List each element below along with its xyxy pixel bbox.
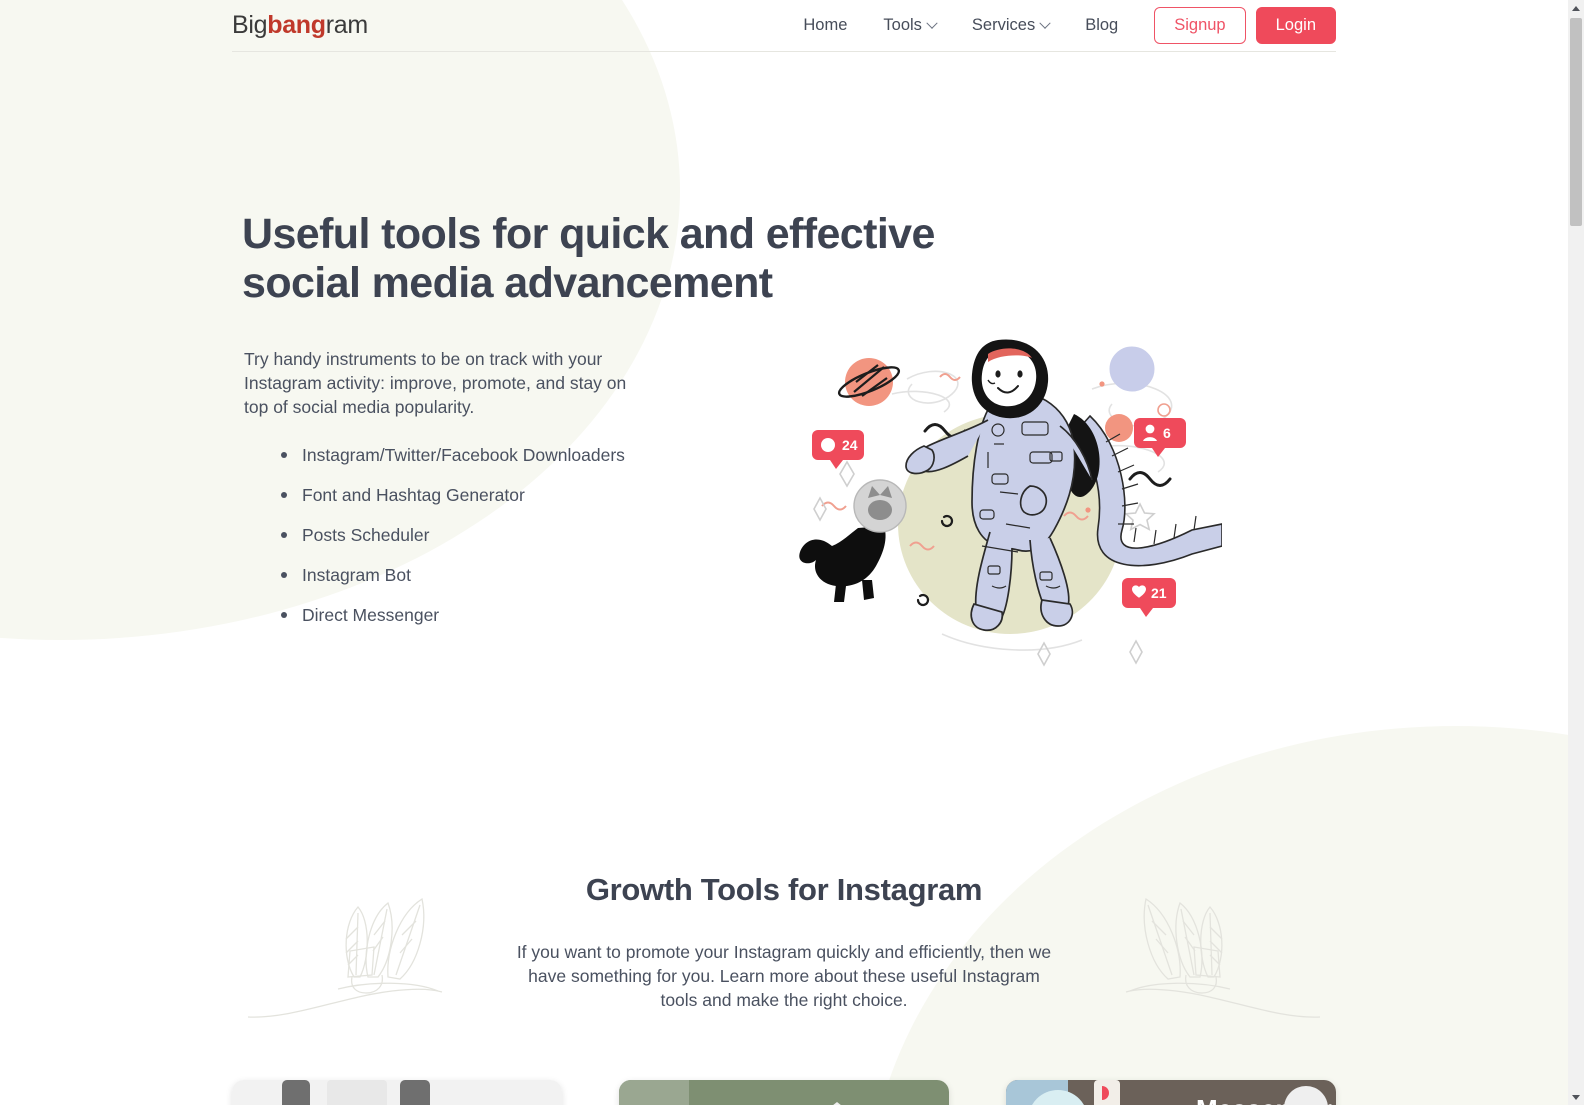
tool-cards-inner: Messenger [232, 1080, 1336, 1105]
list-item: Instagram/Twitter/Facebook Downloaders [278, 444, 625, 466]
growth-section-title: Growth Tools for Instagram [585, 872, 983, 907]
header-inner: Bigbangram Home Tools Services Blog Sign… [232, 0, 1336, 52]
list-item: Posts Scheduler [278, 524, 625, 546]
page-viewport: Bigbangram Home Tools Services Blog Sign… [0, 0, 1568, 1105]
growth-inner: Growth Tools for Instagram If you want t… [232, 780, 1336, 1105]
tool-cards-row: Messenger [0, 1080, 1568, 1105]
svg-text:21: 21 [1151, 585, 1167, 601]
svg-text:24: 24 [842, 437, 858, 453]
comment-badge: 24 [812, 430, 864, 469]
svg-text:6: 6 [1163, 425, 1171, 441]
login-button[interactable]: Login [1255, 6, 1336, 45]
list-item: Font and Hashtag Generator [278, 484, 625, 506]
nav-item-home[interactable]: Home [785, 16, 865, 35]
tool-card-direct-messenger[interactable]: Messenger [1006, 1080, 1336, 1105]
scroll-down-arrow-icon[interactable] [1568, 1089, 1584, 1105]
nav-item-home-label: Home [803, 16, 848, 34]
nav-item-tools-label: Tools [883, 16, 922, 34]
brand-accent: bang [267, 11, 326, 39]
scroll-up-arrow-icon[interactable] [1568, 0, 1584, 16]
brand-logo[interactable]: Bigbangram [232, 0, 368, 51]
nav-item-blog[interactable]: Blog [1067, 16, 1136, 35]
like-badge: 21 [1122, 578, 1176, 617]
hero-subtitle: Try handy instruments to be on track wit… [244, 349, 627, 417]
signup-button[interactable]: Signup [1154, 6, 1246, 45]
growth-section-description: If you want to promote your Instagram qu… [516, 942, 1052, 1010]
brand-suffix: ram [325, 11, 368, 39]
tool-card-posts-scheduler[interactable] [619, 1080, 949, 1105]
hero-inner: Useful tools for quick and effective soc… [232, 52, 1336, 712]
nav-item-blog-label: Blog [1085, 16, 1119, 34]
nav-item-services[interactable]: Services [954, 16, 1067, 35]
scrollbar-thumb[interactable] [1570, 18, 1582, 226]
list-item: Direct Messenger [278, 604, 625, 626]
site-header: Bigbangram Home Tools Services Blog Sign… [0, 0, 1568, 52]
chevron-down-icon [1039, 17, 1051, 29]
brand-prefix: Big [232, 11, 268, 39]
hero-title: Useful tools for quick and effective soc… [242, 210, 935, 307]
main-navigation: Home Tools Services Blog Signup Login [785, 0, 1336, 52]
chevron-down-icon [926, 17, 938, 29]
hero-feature-list: Instagram/Twitter/Facebook Downloaders F… [278, 444, 625, 644]
follower-badge: 6 [1134, 418, 1186, 457]
tool-card-downloaders[interactable] [232, 1080, 562, 1105]
growth-tools-section: Growth Tools for Instagram If you want t… [0, 780, 1568, 1105]
list-item: Instagram Bot [278, 564, 625, 586]
hero-section: Useful tools for quick and effective soc… [0, 52, 1568, 712]
vertical-scrollbar[interactable] [1568, 0, 1584, 1105]
nav-item-services-label: Services [971, 16, 1036, 34]
nav-item-tools[interactable]: Tools [865, 16, 954, 35]
astronaut-with-cat-illustration: 24 6 21 [792, 334, 1222, 674]
